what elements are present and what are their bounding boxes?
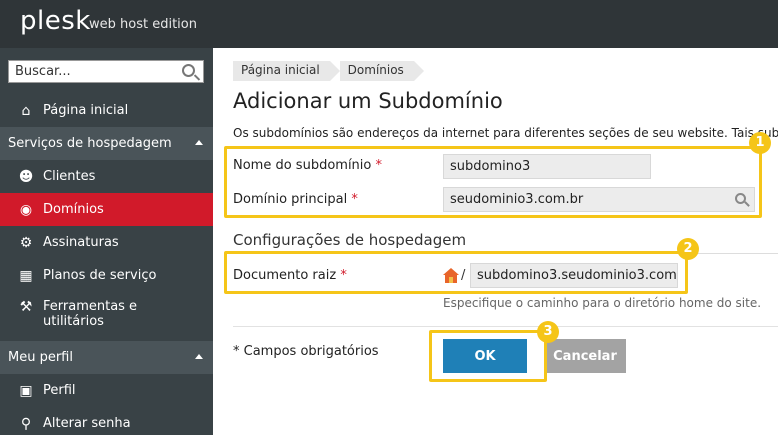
sidebar-item-label: Clientes bbox=[43, 169, 96, 184]
sidebar-item-domains[interactable]: ◉ Domínios bbox=[0, 193, 213, 226]
page-description: Os subdomínios são endereços da internet… bbox=[233, 126, 778, 140]
sidebar-item-subscriptions[interactable]: ⚙ Assinaturas bbox=[0, 226, 213, 259]
sidebar-item-label: Planos de serviço bbox=[43, 268, 157, 283]
calendar-icon: ▦ bbox=[19, 267, 33, 284]
sidebar-item-clients[interactable]: ☻ Clientes bbox=[0, 160, 213, 193]
profile-card-icon: ▣ bbox=[19, 382, 33, 399]
form-divider bbox=[233, 326, 778, 327]
search-icon[interactable] bbox=[182, 64, 195, 77]
sidebar: ⌂ Página inicial Serviços de hospedagem … bbox=[0, 48, 213, 435]
required-fields-note: * Campos obrigatórios bbox=[233, 344, 379, 359]
gear-icon: ⚙ bbox=[19, 234, 33, 251]
sidebar-item-label: Alterar senha bbox=[43, 416, 131, 431]
sidebar-item-tools[interactable]: ⚒ Ferramentas e utilitários bbox=[0, 295, 213, 335]
section-hosting-services[interactable]: Serviços de hospedagem bbox=[0, 127, 213, 160]
sidebar-item-label: Ferramentas e utilitários bbox=[43, 299, 137, 329]
cancel-button[interactable]: Cancelar bbox=[544, 339, 626, 373]
sidebar-item-label: Página inicial bbox=[43, 103, 129, 118]
home-icon: ⌂ bbox=[21, 102, 31, 119]
breadcrumb: Página inicial Domínios bbox=[233, 61, 424, 81]
top-bar: plesk web host edition bbox=[0, 0, 778, 48]
section-label: Serviços de hospedagem bbox=[8, 136, 172, 151]
annotation-marker-1: 1 bbox=[749, 132, 771, 154]
user-icon: ☻ bbox=[18, 168, 34, 185]
highlight-box-3 bbox=[429, 330, 547, 382]
tools-label-line1: Ferramentas e bbox=[43, 299, 138, 314]
edition-label: web host edition bbox=[89, 17, 197, 32]
key-icon: ⚲ bbox=[20, 415, 32, 432]
section-label: Meu perfil bbox=[8, 350, 73, 365]
sidebar-item-home[interactable]: ⌂ Página inicial bbox=[0, 94, 213, 127]
plesk-logo[interactable]: plesk bbox=[20, 6, 91, 36]
breadcrumb-domains[interactable]: Domínios bbox=[339, 61, 424, 81]
collapse-caret-icon bbox=[195, 354, 203, 359]
highlight-box-2 bbox=[224, 251, 688, 294]
search-input[interactable] bbox=[9, 61, 179, 82]
tools-label-line2: utilitários bbox=[43, 314, 104, 329]
sidebar-item-service-plans[interactable]: ▦ Planos de serviço bbox=[0, 259, 213, 292]
annotation-marker-3: 3 bbox=[537, 321, 559, 343]
sidebar-item-profile[interactable]: ▣ Perfil bbox=[0, 374, 213, 407]
globe-icon: ◉ bbox=[19, 201, 33, 218]
annotation-marker-2: 2 bbox=[677, 238, 699, 260]
sidebar-item-change-password[interactable]: ⚲ Alterar senha bbox=[0, 407, 213, 435]
document-root-hint: Especifique o caminho para o diretório h… bbox=[443, 296, 762, 310]
tools-icon: ⚒ bbox=[19, 299, 33, 315]
sidebar-item-label: Perfil bbox=[43, 383, 76, 398]
collapse-caret-icon bbox=[195, 140, 203, 145]
breadcrumb-home[interactable]: Página inicial bbox=[233, 61, 340, 81]
sidebar-item-label: Domínios bbox=[43, 202, 104, 217]
section-my-profile[interactable]: Meu perfil bbox=[0, 341, 213, 374]
highlight-box-1 bbox=[224, 146, 762, 218]
hosting-settings-heading: Configurações de hospedagem bbox=[233, 231, 467, 249]
sidebar-item-label: Assinaturas bbox=[43, 235, 119, 250]
sidebar-search bbox=[8, 60, 204, 83]
page-title: Adicionar um Subdomínio bbox=[233, 89, 503, 113]
